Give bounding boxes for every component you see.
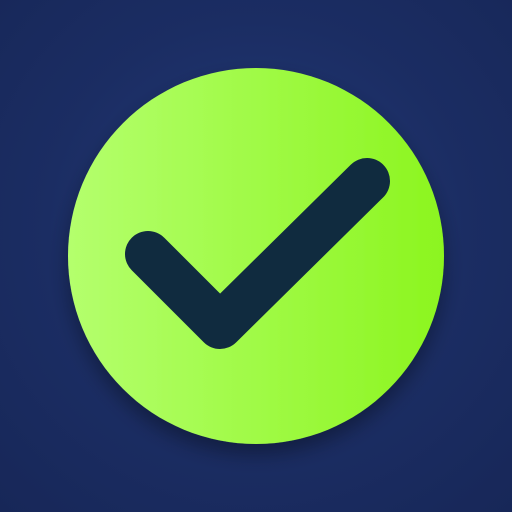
app-icon-graphic: [0, 0, 512, 512]
badge-circle: [68, 68, 444, 444]
checkmark-badge-svg: [68, 68, 444, 444]
app-icon-tile: [0, 0, 512, 512]
